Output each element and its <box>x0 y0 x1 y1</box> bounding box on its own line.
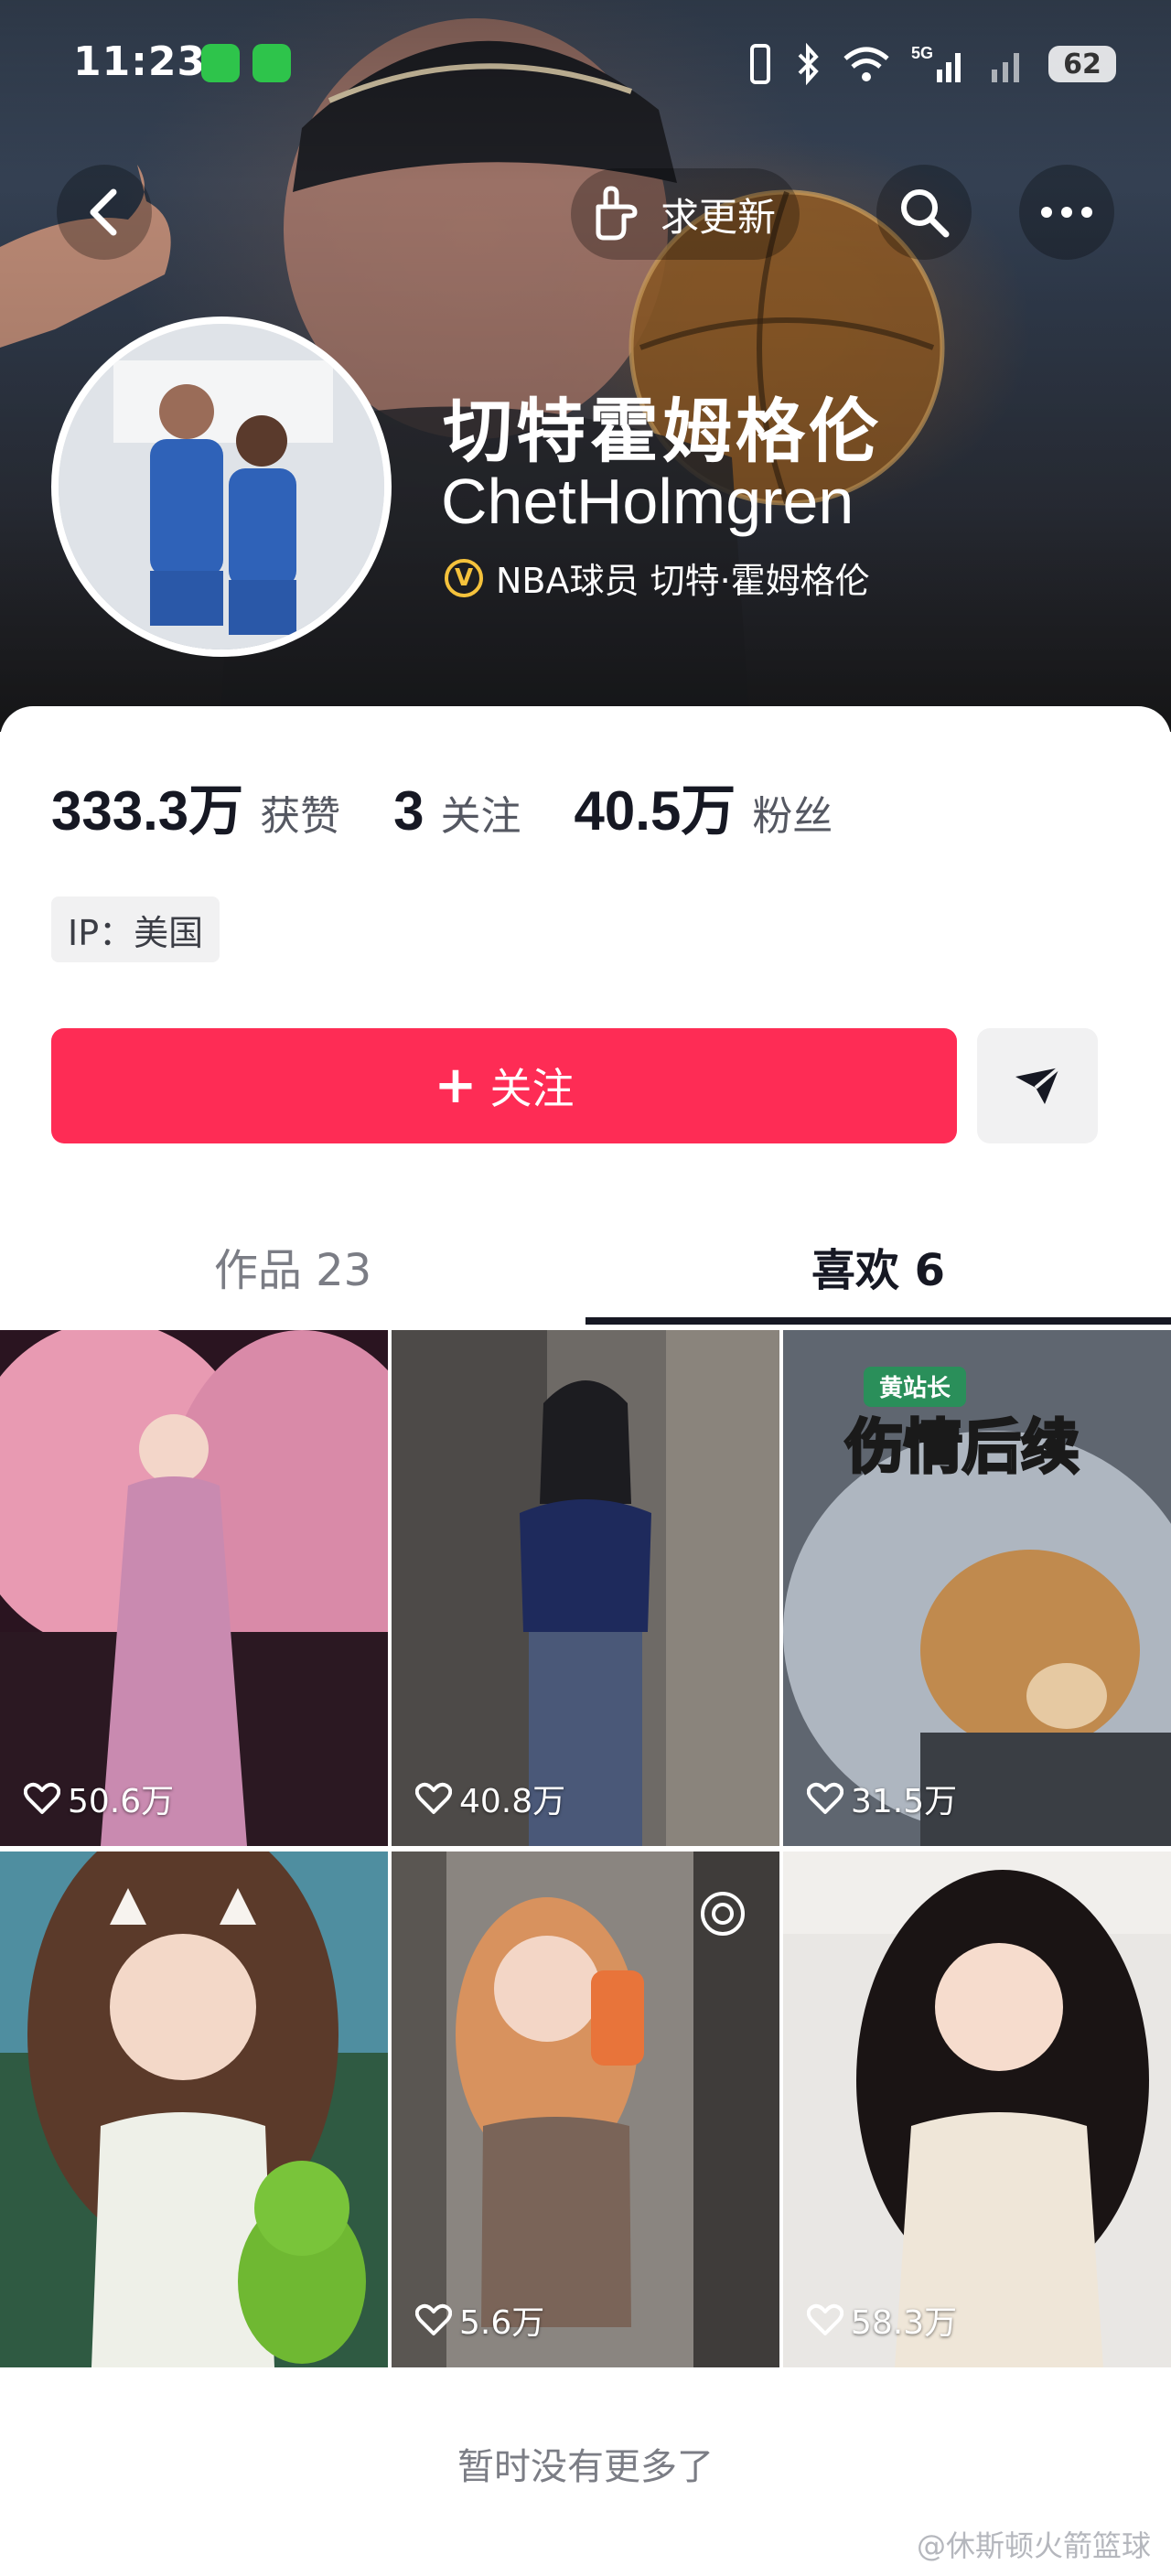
followers-count: 40.5万 <box>574 780 736 842</box>
active-tab-indicator <box>586 1317 1171 1325</box>
message-icon <box>252 44 291 82</box>
vibrate-icon <box>750 44 770 84</box>
video-thumbnail <box>392 1330 779 1846</box>
like-count: 5.6万 <box>415 2296 544 2344</box>
like-count-text: 5.6万 <box>459 2304 545 2342</box>
search-icon <box>901 189 950 238</box>
heart-icon <box>415 1782 452 1814</box>
video-tile[interactable] <box>0 1852 388 2367</box>
no-more-content-text: 暂时没有更多了 <box>457 2446 714 2488</box>
like-count-text: 31.5万 <box>851 1783 958 1820</box>
request-update-button[interactable]: 求更新 <box>571 168 800 260</box>
video-thumbnail <box>0 1852 388 2367</box>
heart-icon <box>24 1782 60 1814</box>
video-tile[interactable]: 58.3万 <box>783 1852 1171 2367</box>
video-tile[interactable]: 50.6万 <box>0 1330 388 1846</box>
like-count: 58.3万 <box>807 2296 957 2344</box>
followers-stat[interactable]: 40.5万 粉丝 <box>575 767 833 846</box>
video-thumbnail <box>392 1852 779 2367</box>
likes-count: 333.3万 <box>51 780 244 842</box>
thumbnail-caption: 伤情后续 <box>844 1414 1080 1482</box>
chevron-left-icon <box>90 188 117 236</box>
back-button[interactable] <box>57 165 152 260</box>
request-update-label: 求更新 <box>661 194 777 240</box>
avatar[interactable] <box>51 317 392 657</box>
heart-icon <box>415 2303 452 2335</box>
following-stat[interactable]: 3 关注 <box>393 779 521 843</box>
video-tile[interactable]: 黄站长 伤情后续 31.5万 <box>783 1330 1171 1846</box>
likes-label: 获赞 <box>260 793 341 840</box>
heart-icon <box>807 2303 843 2335</box>
following-count: 3 <box>393 780 424 842</box>
profile-stats: 333.3万 获赞 3 关注 40.5万 粉丝 <box>51 767 886 846</box>
status-indicators: 5G 62 <box>745 37 1116 91</box>
more-button[interactable] <box>1019 165 1114 260</box>
tab-works[interactable]: 作品 23 <box>0 1217 586 1315</box>
status-time: 11:23 <box>73 38 207 85</box>
bluetooth-icon <box>798 42 819 86</box>
video-tile[interactable]: 40.8万 <box>392 1330 779 1846</box>
verification-text: NBA球员 切特·霍姆格伦 <box>496 561 870 601</box>
like-count: 40.8万 <box>415 1775 565 1822</box>
profile-tabs: 作品 23 喜欢 6 <box>0 1217 1171 1326</box>
signal-5g-icon: 5G <box>911 44 961 82</box>
verified-badge-icon: V <box>445 558 483 597</box>
video-tile[interactable]: 5.6万 <box>392 1852 779 2367</box>
signal-icon <box>992 53 1019 82</box>
more-dots-icon <box>1041 207 1092 218</box>
follow-button[interactable]: + 关注 <box>51 1028 957 1143</box>
svg-text:5G: 5G <box>911 44 933 62</box>
like-count-text: 50.6万 <box>68 1783 175 1820</box>
verification-row: V NBA球员 切特·霍姆格伦 <box>445 553 870 603</box>
video-thumbnail <box>783 1852 1171 2367</box>
display-name: 切特霍姆格伦 <box>443 391 882 472</box>
plus-icon: + <box>434 1056 478 1115</box>
watermark: @休斯顿火箭篮球 <box>916 2528 1151 2563</box>
like-count: 50.6万 <box>24 1775 174 1822</box>
ip-location-tag: IP：美国 <box>51 896 220 962</box>
status-bar: 11:23 5G 62 <box>0 0 1171 128</box>
video-thumbnail <box>0 1330 388 1846</box>
wifi-icon <box>843 47 889 81</box>
video-thumbnail: 黄站长 伤情后续 <box>783 1330 1171 1846</box>
send-message-button[interactable] <box>977 1028 1098 1143</box>
follow-label: 关注 <box>489 1064 575 1113</box>
pointing-hand-icon <box>596 186 638 241</box>
liked-videos-grid: 50.6万 40.8万 黄站长 伤情后续 31.5万 5.6万 58.3万 <box>0 1330 1171 2367</box>
battery-indicator: 62 <box>1048 46 1116 82</box>
following-label: 关注 <box>440 793 521 840</box>
avatar-photo <box>59 324 384 649</box>
followers-label: 粉丝 <box>752 793 833 840</box>
like-count-text: 40.8万 <box>459 1783 566 1820</box>
like-count: 31.5万 <box>807 1775 957 1822</box>
tab-likes[interactable]: 喜欢 6 <box>586 1217 1171 1315</box>
wechat-icon <box>201 44 240 82</box>
like-count-text: 58.3万 <box>851 2304 958 2342</box>
thumbnail-caption-top: 黄站长 <box>879 1375 951 1402</box>
likes-stat[interactable]: 333.3万 获赞 <box>51 767 340 846</box>
send-arrow-icon <box>1015 1066 1061 1104</box>
username: ChetHolmgren <box>441 466 854 537</box>
search-button[interactable] <box>876 165 972 260</box>
heart-icon <box>807 1782 843 1814</box>
